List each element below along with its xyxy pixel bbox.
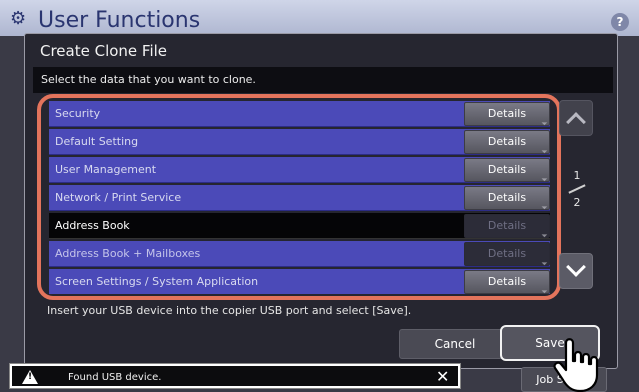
usb-hint-text: Insert your USB device into the copier U… bbox=[47, 304, 412, 317]
list-item-screen-settings[interactable]: Screen Settings / System Application Det… bbox=[49, 269, 550, 294]
details-button-default-setting[interactable]: Details bbox=[464, 130, 550, 154]
list-item-label: Address Book + Mailboxes bbox=[55, 247, 201, 260]
help-icon[interactable]: ? bbox=[611, 13, 629, 31]
list-item-label: Default Setting bbox=[55, 135, 139, 148]
list-item-security[interactable]: Security Details bbox=[49, 101, 550, 127]
gear-icon: ⚙ bbox=[10, 8, 27, 29]
details-button-security[interactable]: Details bbox=[464, 102, 550, 126]
page-up-button[interactable] bbox=[559, 100, 593, 136]
pointer-hand-icon bbox=[553, 338, 599, 392]
page-indicator: 1 2 bbox=[564, 169, 590, 209]
list-item-address-book-mailboxes[interactable]: Address Book + Mailboxes Details bbox=[49, 241, 550, 267]
total-pages: 2 bbox=[573, 196, 581, 209]
cancel-button[interactable]: Cancel bbox=[399, 329, 511, 359]
chevron-down-icon bbox=[566, 257, 586, 277]
close-icon[interactable]: ✕ bbox=[436, 367, 449, 386]
details-button-network-print-service[interactable]: Details bbox=[464, 186, 550, 210]
details-button-user-management[interactable]: Details bbox=[464, 158, 550, 182]
app-title: User Functions bbox=[38, 8, 201, 33]
list-item-default-setting[interactable]: Default Setting Details bbox=[49, 129, 550, 155]
list-item-label: Network / Print Service bbox=[55, 191, 182, 204]
details-button-address-book: Details bbox=[464, 214, 550, 238]
list-item-label: Screen Settings / System Application bbox=[55, 275, 259, 288]
list-item-user-management[interactable]: User Management Details bbox=[49, 157, 550, 183]
list-item-address-book[interactable]: Address Book Details bbox=[49, 213, 550, 239]
list-item-network-print-service[interactable]: Network / Print Service Details bbox=[49, 185, 550, 211]
data-list: Security Details Default Setting Details… bbox=[49, 101, 550, 294]
instruction-text: Select the data that you want to clone. bbox=[41, 73, 256, 86]
instruction-bar: Select the data that you want to clone. bbox=[33, 67, 613, 93]
page-separator bbox=[564, 182, 590, 196]
details-button-screen-settings[interactable]: Details bbox=[464, 270, 550, 294]
dialog-title: Create Clone File bbox=[40, 42, 168, 60]
highlight-frame: Security Details Default Setting Details… bbox=[37, 94, 561, 300]
page-down-button[interactable] bbox=[559, 253, 593, 289]
warning-icon: ! bbox=[22, 370, 38, 384]
usb-notification: ! Found USB device. ✕ bbox=[9, 363, 461, 389]
chevron-up-icon bbox=[566, 112, 586, 132]
app-title-bar: ⚙ User Functions ? bbox=[0, 0, 639, 36]
details-button-address-book-mailboxes: Details bbox=[464, 242, 550, 266]
notification-body: ! Found USB device. ✕ bbox=[12, 366, 458, 386]
create-clone-dialog: Create Clone File Select the data that y… bbox=[24, 33, 618, 369]
list-item-label: Security bbox=[55, 107, 101, 120]
notification-message: Found USB device. bbox=[68, 372, 162, 383]
list-item-label: User Management bbox=[55, 163, 157, 176]
list-item-label: Address Book bbox=[55, 219, 130, 232]
current-page: 1 bbox=[573, 169, 581, 182]
